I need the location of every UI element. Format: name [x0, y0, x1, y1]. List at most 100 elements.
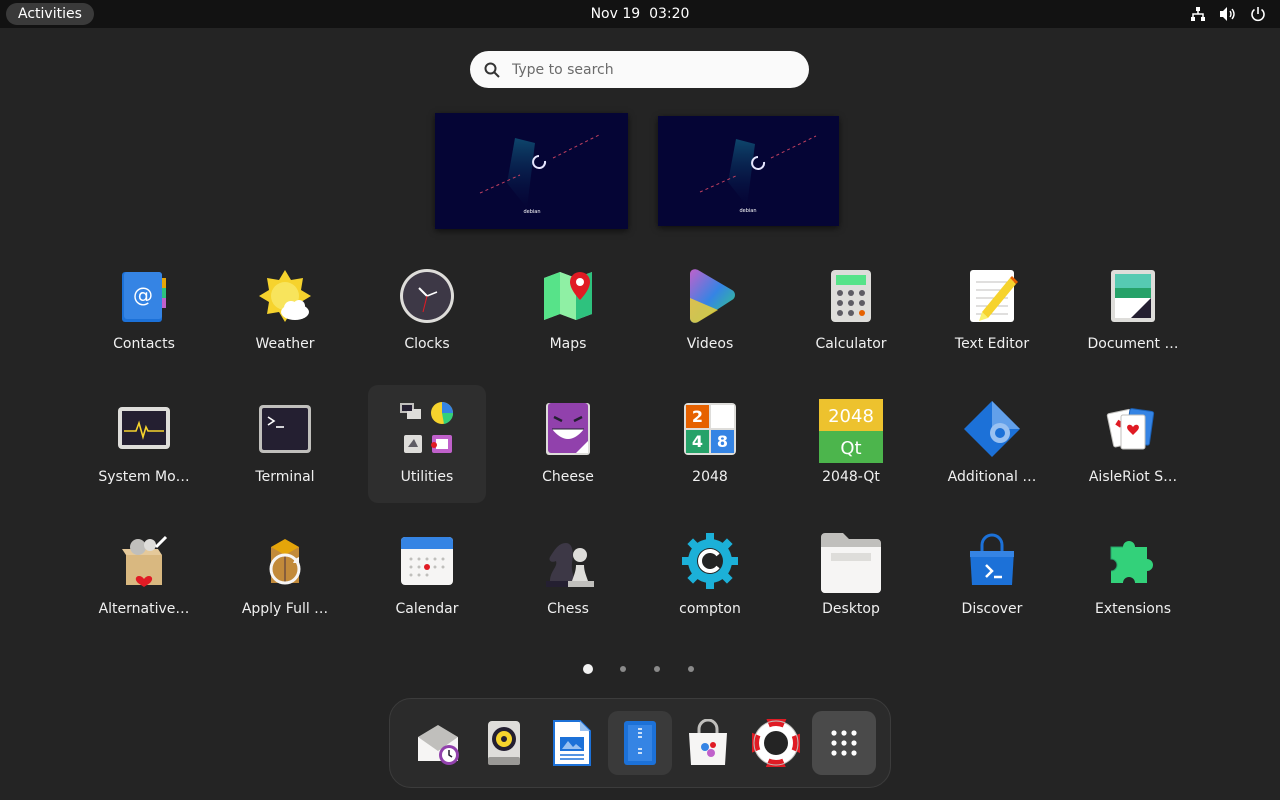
- app-label: Chess: [547, 601, 589, 617]
- power-icon[interactable]: [1248, 4, 1268, 24]
- evolution-icon: [418, 725, 459, 765]
- chess-icon: [546, 543, 594, 587]
- app-label: Alternative…: [98, 601, 190, 617]
- app-contacts[interactable]: @ Contacts: [85, 252, 203, 370]
- svg-text:Qt: Qt: [840, 438, 861, 459]
- utilities-folder-icon: [400, 402, 454, 453]
- discover-icon: [970, 533, 1014, 585]
- volume-icon[interactable]: [1218, 4, 1238, 24]
- dash-dock: [389, 698, 891, 788]
- system-tray[interactable]: [1188, 4, 1268, 24]
- debian-wallpaper: debian: [479, 133, 602, 215]
- app-label: System Mo…: [98, 469, 190, 485]
- workspace-thumbnail-1[interactable]: debian: [435, 113, 628, 229]
- svg-text:@: @: [133, 283, 153, 307]
- app-weather[interactable]: Weather: [226, 252, 344, 370]
- workspace-thumbnail-2[interactable]: debian: [658, 116, 839, 226]
- app-label: AisleRiot S…: [1088, 469, 1178, 485]
- app-cheese[interactable]: Cheese: [509, 385, 627, 503]
- app-label: Cheese: [542, 469, 594, 485]
- svg-text:2: 2: [692, 407, 703, 426]
- compton-icon: [682, 533, 738, 589]
- app-maps[interactable]: Maps: [509, 252, 627, 370]
- search-input[interactable]: [510, 60, 784, 79]
- svg-text:2048: 2048: [828, 406, 874, 427]
- system-monitor-icon: [118, 407, 170, 449]
- time-text: 03:20: [649, 6, 690, 22]
- dock-rhythmbox[interactable]: [472, 711, 536, 775]
- svg-text:debian: debian: [739, 208, 756, 214]
- weather-icon: [259, 270, 311, 322]
- network-icon[interactable]: [1188, 4, 1208, 24]
- app-aisleriot[interactable]: AisleRiot S…: [1074, 385, 1192, 503]
- page-dot-4[interactable]: [688, 666, 694, 672]
- app-label: Clocks: [404, 336, 450, 352]
- app-clocks[interactable]: Clocks: [368, 252, 486, 370]
- show-apps-grid-icon: [831, 730, 857, 756]
- app-label: Apply Full …: [241, 601, 329, 617]
- app-label: 2048: [692, 469, 728, 485]
- app-document-viewer[interactable]: Document …: [1074, 252, 1192, 370]
- rhythmbox-icon: [488, 721, 520, 765]
- search-icon: [484, 62, 500, 78]
- cheese-icon: [546, 403, 590, 455]
- app-calendar[interactable]: Calendar: [368, 517, 486, 635]
- app-2048[interactable]: 2 48 2048: [651, 385, 769, 503]
- show-apps-button[interactable]: [812, 711, 876, 775]
- calculator-icon: [831, 270, 871, 322]
- 2048-qt-icon: 2048 Qt: [819, 399, 883, 463]
- page-dot-1[interactable]: [583, 664, 593, 674]
- search-bar[interactable]: [470, 51, 809, 88]
- app-2048-qt[interactable]: 2048 Qt 2048-Qt: [792, 385, 910, 503]
- app-label: Calendar: [395, 601, 459, 617]
- app-desktop-folder[interactable]: Desktop: [792, 517, 910, 635]
- app-calculator[interactable]: Calculator: [792, 252, 910, 370]
- app-alternatives[interactable]: Alternative…: [85, 517, 203, 635]
- page-indicator: [583, 664, 698, 674]
- page-dot-2[interactable]: [620, 666, 626, 672]
- app-label: Text Editor: [954, 336, 1030, 352]
- app-label: Discover: [961, 601, 1023, 617]
- app-label: Terminal: [255, 469, 315, 485]
- app-terminal[interactable]: Terminal: [226, 385, 344, 503]
- aisleriot-icon: [1106, 408, 1155, 450]
- svg-text:debian: debian: [523, 209, 540, 215]
- date-time: Nov 19 03:20: [0, 0, 1280, 28]
- app-label: Additional …: [947, 469, 1037, 485]
- app-videos[interactable]: Videos: [651, 252, 769, 370]
- app-apply-full-upgrade[interactable]: Apply Full …: [226, 517, 344, 635]
- app-chess[interactable]: Chess: [509, 517, 627, 635]
- app-discover[interactable]: Discover: [933, 517, 1051, 635]
- debian-wallpaper: debian: [699, 135, 817, 214]
- text-editor-icon: [970, 270, 1018, 322]
- videos-icon: [690, 269, 735, 323]
- contacts-icon: @: [122, 272, 166, 322]
- software-icon: [689, 719, 727, 765]
- terminal-icon: [259, 405, 311, 453]
- app-text-editor[interactable]: Text Editor: [933, 252, 1051, 370]
- app-label: compton: [679, 601, 741, 617]
- folder-utilities[interactable]: Utilities: [368, 385, 486, 503]
- svg-text:4: 4: [692, 432, 703, 451]
- app-label: Desktop: [822, 601, 880, 617]
- date-text: Nov 19: [590, 6, 641, 22]
- dock-document-viewer[interactable]: [608, 711, 672, 775]
- app-compton[interactable]: compton: [651, 517, 769, 635]
- app-system-monitor[interactable]: System Mo…: [85, 385, 203, 503]
- app-label: Maps: [549, 336, 587, 352]
- app-extensions[interactable]: Extensions: [1074, 517, 1192, 635]
- additional-drivers-icon: [964, 401, 1020, 457]
- document-viewer-dock-icon: [624, 721, 656, 765]
- dock-help[interactable]: [744, 711, 808, 775]
- app-additional-drivers[interactable]: Additional …: [933, 385, 1051, 503]
- clock-button[interactable]: Nov 19 03:20: [591, 6, 690, 22]
- dock-libreoffice-writer[interactable]: [540, 711, 604, 775]
- page-dot-3[interactable]: [654, 666, 660, 672]
- clock-icon: [400, 269, 454, 323]
- dock-evolution[interactable]: [406, 711, 470, 775]
- activities-button[interactable]: Activities: [6, 3, 94, 25]
- libreoffice-writer-icon: [553, 720, 591, 766]
- dock-software[interactable]: [676, 711, 740, 775]
- help-icon: [752, 719, 800, 767]
- folder-icon: [821, 533, 881, 593]
